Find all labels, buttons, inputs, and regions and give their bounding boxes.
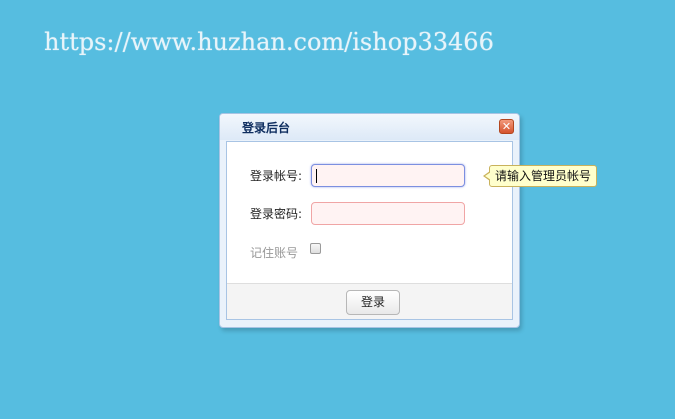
remember-label: 记住账号: [250, 246, 299, 260]
dialog-header: 登录后台 ✕: [220, 114, 519, 140]
dialog-title: 登录后台: [242, 121, 291, 135]
login-button[interactable]: 登录: [346, 290, 400, 315]
account-input[interactable]: [311, 164, 465, 187]
password-input[interactable]: [311, 202, 465, 225]
dialog-body: 登录帐号: 请输入管理员帐号 登录密码: 记住账号 登录: [226, 141, 598, 320]
password-label: 登录密码:: [250, 207, 303, 221]
remember-checkbox[interactable]: [310, 243, 321, 254]
text-caret: [316, 169, 317, 183]
close-icon[interactable]: ✕: [499, 119, 514, 134]
tooltip-text: 请输入管理员帐号: [495, 169, 592, 183]
watermark-url: https://www.huzhan.com/ishop33466: [44, 28, 494, 56]
dialog-footer: 登录: [227, 283, 512, 319]
account-tooltip: 请输入管理员帐号: [483, 165, 598, 187]
login-dialog: 登录后台 ✕ 登录帐号: 请输入管理员帐号 登录密码: 记住账号 登录: [219, 113, 598, 328]
account-label: 登录帐号:: [250, 169, 303, 183]
tooltip-arrow-inner: [485, 172, 491, 180]
